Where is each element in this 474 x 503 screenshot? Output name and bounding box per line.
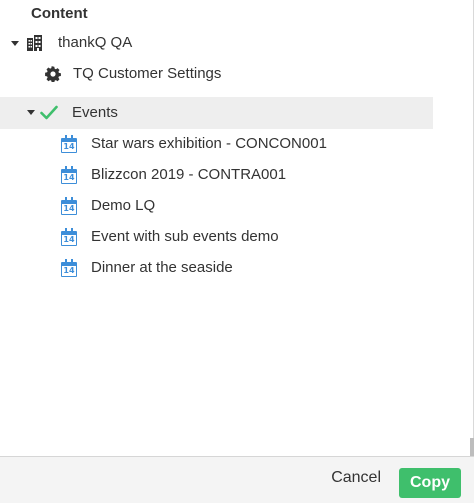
tree-node-events[interactable]: Events [0,97,433,129]
cancel-button[interactable]: Cancel [331,469,381,487]
tree-node-root[interactable]: thankQ QA [0,28,433,58]
gear-icon [45,66,61,83]
tree-node-label: Star wars exhibition - CONCON001 [91,135,327,152]
tree-node-event-item[interactable]: 14 Blizzcon 2019 - CONTRA001 [0,159,433,189]
tree-node-customer-settings[interactable]: TQ Customer Settings [0,59,433,89]
panel-title: Content [31,5,88,22]
calendar-icon: 14 [61,197,77,215]
calendar-icon: 14 [61,135,77,153]
content-picker-dialog: Content thankQ QA TQ Customer Settings E… [0,0,474,503]
tree-node-event-item[interactable]: 14 Dinner at the seaside [0,252,433,282]
caret-down-icon[interactable] [27,110,35,115]
tree-node-label: Demo LQ [91,197,156,214]
caret-down-icon[interactable] [11,41,19,46]
tree-node-label: Blizzcon 2019 - CONTRA001 [91,166,287,183]
tree-node-event-item[interactable]: 14 Demo LQ [0,190,433,220]
calendar-icon: 14 [61,259,77,277]
building-icon [26,35,43,51]
tree-node-event-item[interactable]: 14 Star wars exhibition - CONCON001 [0,128,433,158]
tree-node-label: Dinner at the seaside [91,259,233,276]
tree-node-label: thankQ QA [58,34,133,51]
copy-button[interactable]: Copy [399,468,461,498]
calendar-icon: 14 [61,166,77,184]
dialog-footer: Cancel Copy [0,456,474,503]
checkmark-icon [40,105,58,120]
scrollbar-thumb[interactable] [470,438,474,456]
tree-node-label: TQ Customer Settings [73,65,222,82]
tree-node-label: Event with sub events demo [91,228,279,245]
calendar-icon: 14 [61,228,77,246]
tree-node-event-item[interactable]: 14 Event with sub events demo [0,221,433,251]
tree-node-label: Events [72,104,118,121]
